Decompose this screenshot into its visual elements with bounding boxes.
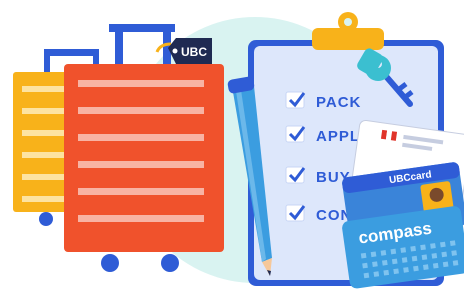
checklist-item: PACK <box>285 91 361 111</box>
tag-label: UBC <box>181 45 207 59</box>
checklist-item-label: PACK <box>316 94 361 111</box>
travel-checklist-illustration: UBC PACK APPL BUY CON UBCcard compass <box>0 0 464 290</box>
checklist-item: BUY <box>285 166 350 186</box>
checklist-item-label: APPL <box>316 128 360 145</box>
checklist-item: CON <box>285 204 351 224</box>
illustration-canvas: UBC PACK APPL BUY CON UBCcard compass <box>13 12 464 289</box>
checklist-item: APPL <box>285 125 360 145</box>
